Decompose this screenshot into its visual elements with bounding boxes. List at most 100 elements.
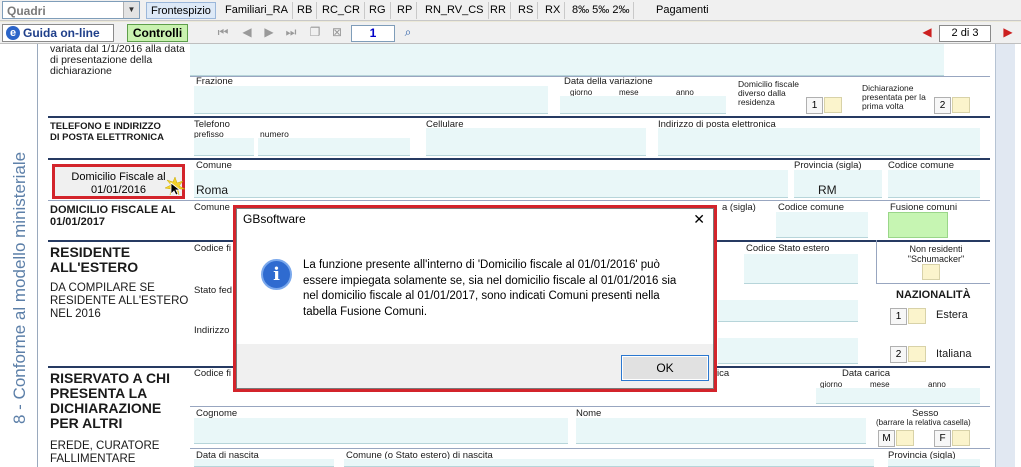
codice-fiscale-label: Codice fi	[194, 243, 231, 254]
indirizzo-estero-label: Indirizzo	[194, 325, 230, 336]
indirizzo-field[interactable]	[190, 44, 944, 76]
fusione-comuni-box[interactable]	[888, 212, 948, 238]
internet-explorer-icon: e	[6, 26, 20, 40]
previous-section-icon[interactable]: ◀	[920, 25, 934, 39]
tab-rs[interactable]: RS	[514, 2, 539, 19]
tab-otto-per-mille[interactable]: 8‰ 5‰ 2‰	[568, 2, 635, 19]
tab-rn-rv-cs[interactable]: RN_RV_CS	[421, 2, 489, 19]
dichiarazione-presentata-check[interactable]	[952, 97, 970, 113]
df2017-provincia-label: a (sigla)	[722, 202, 756, 213]
tab-rx[interactable]: RX	[541, 2, 566, 19]
dialog-message: La funzione presente all'interno di 'Dom…	[303, 259, 677, 318]
residence-change-label: variata dal 1/1/2016 alla data di presen…	[50, 43, 185, 77]
stato-federato-label: Stato fed	[194, 285, 233, 296]
frazione-field[interactable]	[194, 86, 548, 114]
provincia-field[interactable]	[794, 170, 882, 198]
codice-carica-label: ica	[717, 368, 730, 379]
dichiarazione-presentata-box: 2	[934, 97, 951, 114]
email-field[interactable]	[658, 128, 980, 156]
residente-estero-subtitle: DA COMPILARE SE RESIDENTE ALL'ESTERO NEL…	[50, 282, 189, 320]
tab-pagamenti[interactable]: Pagamenti	[652, 2, 713, 19]
search-page-icon[interactable]: ⌕	[401, 25, 415, 39]
divider	[190, 406, 990, 407]
non-residenti-label: Non residenti "Schumacker"	[907, 244, 965, 264]
df2017-title: DOMICILIO FISCALE AL 01/01/2017	[50, 204, 176, 228]
data-carica-field[interactable]	[816, 388, 980, 404]
first-page-icon[interactable]: ⏮	[216, 25, 230, 39]
tab-frontespizio[interactable]: Frontespizio	[146, 2, 216, 19]
domicilio-diverso-label: Domicilio fiscale diverso dalla residenz…	[738, 79, 799, 107]
sesso-f-box: F	[934, 430, 951, 447]
chevron-down-icon[interactable]: ▼	[123, 2, 139, 18]
sesso-m-box: M	[878, 430, 895, 447]
estera-check[interactable]	[908, 308, 926, 324]
domicilio-diverso-check[interactable]	[824, 97, 842, 113]
stato-federato-field[interactable]	[718, 300, 858, 322]
df2017-codice-field[interactable]	[776, 212, 868, 238]
codice-stato-estero-label: Codice Stato estero	[746, 243, 830, 254]
italiana-box: 2	[890, 346, 907, 363]
next-page-icon[interactable]: ▶	[262, 25, 276, 39]
schumacker-check[interactable]	[922, 264, 940, 280]
sesso-f-check[interactable]	[952, 430, 970, 446]
dialog-title: GBsoftware	[243, 212, 306, 226]
tab-familiari-ra[interactable]: Familiari_RA	[221, 2, 293, 19]
next-section-icon[interactable]: ▶	[1001, 25, 1015, 39]
residente-estero-title: RESIDENTE ALL'ESTERO	[50, 244, 139, 275]
page-indicator: 2 di 3	[939, 25, 991, 42]
indirizzo-estero-field[interactable]	[718, 338, 858, 364]
italiana-label: Italiana	[936, 348, 972, 360]
comune-value: Roma	[196, 183, 229, 197]
provincia-value: RM	[818, 183, 837, 197]
italiana-check[interactable]	[908, 346, 926, 362]
cellulare-field[interactable]	[426, 128, 646, 156]
page-number-input[interactable]: 1	[351, 25, 395, 42]
comune-field[interactable]	[194, 170, 788, 198]
estera-box: 1	[890, 308, 907, 325]
provincia-nascita-field[interactable]	[888, 459, 980, 467]
guida-online-button[interactable]: e Guida on-line	[2, 24, 114, 42]
df2017-comune-label: Comune	[194, 202, 230, 213]
controlli-button[interactable]: Controlli	[127, 24, 188, 42]
tab-rp[interactable]: RP	[393, 2, 418, 19]
divider	[190, 448, 990, 449]
codice-fiscale2-label: Codice fi	[194, 368, 231, 379]
numero-field[interactable]	[258, 138, 410, 156]
right-margin	[995, 44, 1015, 467]
tab-rc-cr[interactable]: RC_CR	[318, 2, 365, 19]
tab-rb[interactable]: RB	[293, 2, 318, 19]
dichiarazione-presentata-label: Dichiarazione presentata per la prima vo…	[862, 83, 926, 111]
tab-rr[interactable]: RR	[486, 2, 511, 19]
delete-page-icon[interactable]: ⊠	[330, 25, 344, 39]
data-variazione-label: Data della variazione	[564, 76, 653, 87]
copy-page-icon[interactable]: ❐	[308, 25, 322, 39]
dialog-highlight: GBsoftware ✕ i La funzione presente all'…	[233, 205, 717, 392]
codice-stato-estero-field[interactable]	[744, 254, 858, 284]
cognome-field[interactable]	[194, 418, 568, 444]
eredi-label: EREDE, CURATORE FALLIMENTARE	[50, 440, 160, 465]
tab-rg[interactable]: RG	[365, 2, 391, 19]
estera-label: Estera	[936, 309, 968, 321]
quadri-select[interactable]: Quadri ▼	[2, 1, 140, 19]
nome-field[interactable]	[576, 418, 866, 444]
divider	[48, 200, 990, 201]
close-icon[interactable]: ✕	[693, 211, 705, 228]
section-divider	[48, 116, 990, 118]
sesso-hint: (barrare la relativa casella)	[876, 418, 971, 427]
data-nascita-field[interactable]	[194, 459, 334, 467]
previous-page-icon[interactable]: ◀	[240, 25, 254, 39]
navigation-toolbar: e Guida on-line Controlli ⏮ ◀ ▶ ⏭ ❐ ⊠ 1 …	[0, 22, 1021, 44]
sidebar-strip: 8 - Conforme al modello ministeriale	[0, 44, 38, 467]
info-icon: i	[261, 259, 292, 290]
comune-nascita-field[interactable]	[344, 459, 874, 467]
gbsoftware-dialog: GBsoftware ✕ i La funzione presente all'…	[236, 208, 714, 389]
cursor-click-icon	[164, 176, 186, 196]
sesso-m-check[interactable]	[896, 430, 914, 446]
data-variazione-field[interactable]	[560, 96, 726, 114]
riservato-title: RISERVATO A CHI PRESENTA LA DICHIARAZION…	[50, 370, 171, 431]
ok-button[interactable]: OK	[621, 355, 709, 381]
prefisso-field[interactable]	[194, 138, 254, 156]
codice-comune-field[interactable]	[888, 170, 980, 198]
data-carica-label: Data carica	[842, 368, 891, 379]
last-page-icon[interactable]: ⏭	[284, 25, 298, 39]
